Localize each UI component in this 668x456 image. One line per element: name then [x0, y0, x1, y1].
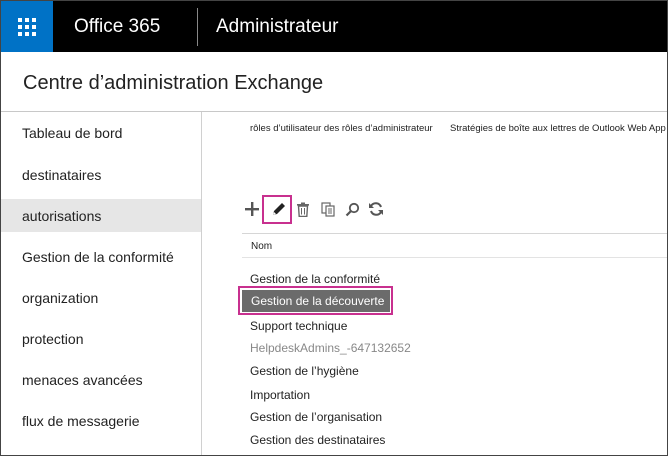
table-row[interactable]: Support technique [250, 319, 347, 333]
sidebar-item-protection[interactable]: protection [1, 322, 201, 355]
app-window: Office 365 Administrateur Centre d’admin… [0, 0, 668, 456]
selected-row-highlight [238, 286, 393, 315]
search-button[interactable] [340, 196, 364, 222]
sidebar-item-organization[interactable]: organization [1, 281, 201, 314]
refresh-icon [369, 202, 383, 216]
table-row[interactable]: Importation [250, 388, 310, 402]
sidebar-item-recipients[interactable]: destinataires [1, 158, 201, 191]
add-button[interactable] [240, 196, 264, 222]
sidebar-divider [201, 112, 202, 455]
copy-button[interactable] [316, 196, 340, 222]
table-row[interactable]: Gestion de l’organisation [250, 410, 382, 424]
tab-owa-policies[interactable]: Stratégies de boîte aux lettres de Outlo… [450, 123, 666, 134]
copy-icon [320, 201, 335, 217]
table-row[interactable]: Gestion de l’hygiène [250, 364, 359, 378]
topbar-divider [197, 8, 198, 46]
waffle-icon [18, 17, 36, 36]
sidebar-item-dashboard[interactable]: Tableau de bord [1, 116, 201, 149]
sidebar-item-permissions[interactable]: autorisations [1, 199, 201, 232]
plus-icon [245, 202, 259, 216]
page-title: Centre d’administration Exchange [23, 72, 324, 94]
app-launcher-button[interactable] [1, 1, 53, 52]
table-row[interactable]: Gestion des destinataires [250, 433, 385, 447]
sidebar-item-compliance[interactable]: Gestion de la conformité [1, 240, 201, 273]
trash-icon [297, 202, 309, 217]
delete-button[interactable] [291, 196, 315, 222]
top-bar: Office 365 Administrateur [1, 1, 667, 52]
search-icon [345, 202, 359, 216]
table-header-divider [242, 257, 667, 258]
tab-admin-roles[interactable]: rôles d’utilisateur des rôles d’administ… [250, 123, 433, 134]
refresh-button[interactable] [364, 196, 388, 222]
column-header-name[interactable]: Nom [251, 241, 272, 252]
sidebar-item-mail-flow[interactable]: flux de messagerie [1, 404, 201, 437]
edit-button-highlight [262, 195, 292, 224]
table-row[interactable]: Gestion de la conformité [250, 272, 380, 286]
table-row[interactable]: HelpdeskAdmins_-647132652 [250, 341, 411, 355]
app-title: Administrateur [216, 16, 339, 37]
sidebar: Tableau de bord destinataires autorisati… [1, 112, 201, 455]
brand-title[interactable]: Office 365 [74, 16, 160, 38]
sidebar-item-advanced-threats[interactable]: menaces avancées [1, 363, 201, 396]
table-top-divider [242, 233, 667, 234]
